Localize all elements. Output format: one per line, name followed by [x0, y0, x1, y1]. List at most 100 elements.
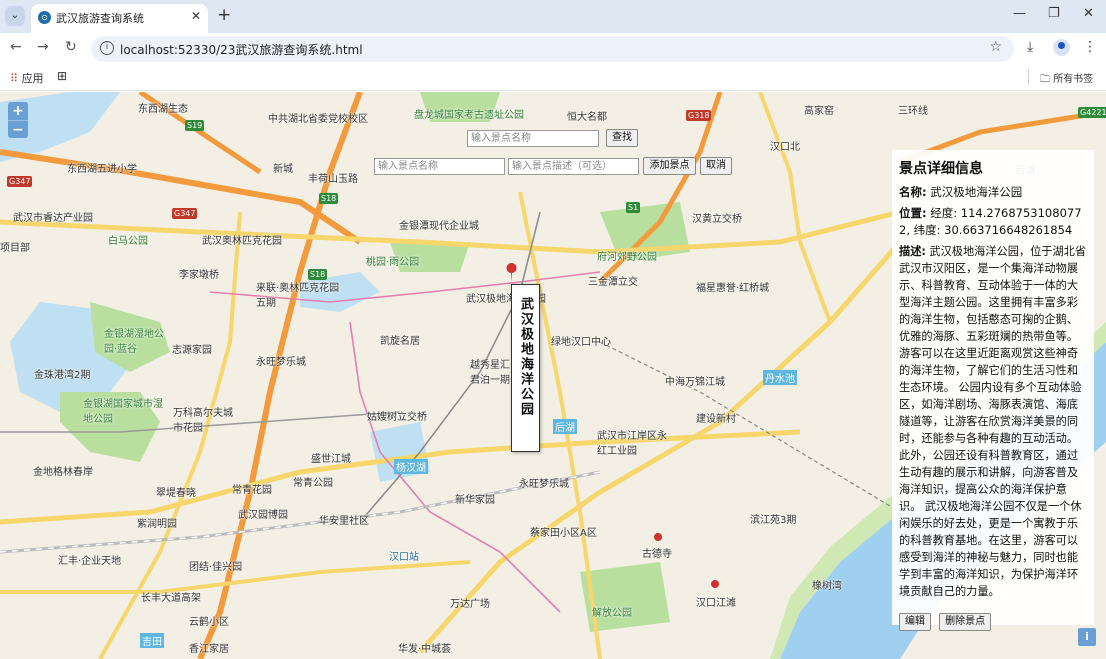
road-badge: G347: [172, 208, 198, 219]
map-label: 武汉市江岸区永红工业园: [597, 431, 667, 457]
map-label: 盘龙城国家考古遗址公园: [414, 110, 524, 121]
new-tab-button[interactable]: +: [217, 5, 231, 25]
name-key: 名称:: [899, 185, 927, 199]
map-label: 项目部: [0, 243, 30, 254]
favicon-icon: ⊙: [38, 11, 51, 24]
reload-icon[interactable]: ↻: [65, 39, 77, 55]
bookmark-star-icon[interactable]: ☆: [989, 39, 1002, 55]
marker-popup[interactable]: 武汉极地海洋公园: [511, 284, 540, 452]
map-label: 新华家园: [455, 495, 495, 506]
map-label: 蔡家田小区A区: [530, 528, 597, 539]
road-badge: S18: [308, 269, 328, 280]
map-label: 恒大名都: [567, 112, 607, 123]
back-icon[interactable]: ←: [10, 39, 22, 55]
map-label: 武汉园博园: [238, 510, 288, 521]
map-label: 汉口站: [389, 552, 419, 563]
map-label: 府河郊野公园: [597, 252, 657, 263]
map-label: 万科高尔夫城市花园: [173, 408, 233, 434]
map-label: 东西湖五进小学: [67, 164, 137, 175]
minimize-button[interactable]: —: [1013, 6, 1026, 21]
map-label: 金珠港湾2期: [34, 370, 91, 381]
tab-close-icon[interactable]: ✕: [191, 9, 201, 23]
close-window-button[interactable]: ✕: [1083, 6, 1094, 21]
road-badge: G318: [686, 110, 712, 121]
name-value: 武汉极地海洋公园: [930, 185, 1023, 199]
map-label: 姑嫂树立交桥: [367, 412, 427, 423]
map-label: 中共湖北省委党校校区: [268, 114, 368, 125]
road-badge: S1: [626, 202, 641, 213]
browser-toolbar: ← → ↻ i localhost:52330/23武汉旅游查询系统.html …: [0, 33, 1106, 64]
description-key: 描述:: [899, 245, 926, 258]
map-label: 李家墩桥: [179, 270, 219, 281]
map-label: 汇丰·企业天地: [58, 556, 122, 567]
road-badge: G4221: [1078, 107, 1106, 118]
bookmarks-divider: [1028, 70, 1029, 85]
tab-title: 武汉旅游查询系统: [56, 12, 144, 25]
map-label: 翠堤春晓: [156, 488, 196, 499]
zoom-control: + −: [8, 102, 28, 138]
all-bookmarks[interactable]: 🗀 所有书签: [1040, 70, 1093, 89]
map-label: 香江家居: [189, 644, 229, 655]
map-label: 杨汉湖: [394, 459, 428, 474]
map-label: 华安里社区: [319, 516, 369, 527]
popup-title: 武汉极地海洋公园: [518, 297, 533, 417]
apps-label: 应用: [21, 72, 44, 85]
map-info-button[interactable]: i: [1078, 628, 1096, 646]
add-description-input[interactable]: 输入景点描述（可选）: [508, 158, 639, 175]
menu-icon[interactable]: ⋮: [1083, 39, 1097, 55]
map-label: 后湖: [553, 419, 577, 434]
map-label: 新城: [273, 164, 293, 175]
map-label: 桃园·雨公园: [366, 257, 420, 268]
map-label: 云鹤小区: [189, 617, 229, 628]
location-row: 位置: 经度: 114.27687531080772, 纬度: 30.66371…: [899, 205, 1087, 239]
map-label: 武汉奥林匹克花园: [202, 236, 282, 247]
add-name-input[interactable]: 输入景点名称: [374, 158, 505, 175]
find-button[interactable]: 查找: [606, 129, 638, 147]
map-label: 橡树湾: [812, 581, 842, 592]
tab-strip: ⌄ ⊙ 武汉旅游查询系统 ✕ + — ❐ ✕: [0, 0, 1106, 33]
map-label: 三环线: [898, 106, 928, 117]
map-label: 汉口江滩: [696, 598, 736, 609]
map-label: 汉黄立交桥: [692, 214, 742, 225]
zoom-out-button[interactable]: −: [8, 120, 28, 138]
apps-shortcut[interactable]: ⠿ 应用: [10, 70, 44, 86]
description-row: 描述: 武汉极地海洋公园，位于湖北省武汉市汉阳区，是一个集海洋动物展示、科普教育…: [899, 243, 1087, 600]
address-bar[interactable]: i localhost:52330/23武汉旅游查询系统.html ☆: [91, 36, 1014, 62]
map-label: 永旺梦乐城: [256, 357, 306, 368]
search-name-input[interactable]: 输入景点名称: [467, 130, 599, 147]
map-label: 团结·佳兴园: [189, 562, 243, 573]
map-label: 中海万锦江城: [665, 377, 725, 388]
add-spot-button[interactable]: 添加景点: [643, 157, 696, 175]
panel-heading: 景点详细信息: [899, 161, 983, 177]
map-label: 来联·奥林匹克花园五期: [256, 283, 340, 309]
road-badge: S18: [319, 193, 339, 204]
map-label: 越秀星汇君泊一期: [470, 360, 510, 386]
map-label: 金银湖国家城市湿地公园: [83, 399, 163, 425]
url-text[interactable]: localhost:52330/23武汉旅游查询系统.html: [120, 41, 363, 58]
map-label: 绿地汉口中心: [551, 337, 611, 348]
forward-icon[interactable]: →: [37, 39, 49, 55]
map-label: 丰荷山玉路: [308, 174, 358, 185]
map-label: 高家窑: [804, 106, 834, 117]
zoom-in-button[interactable]: +: [8, 102, 28, 120]
site-info-icon[interactable]: i: [100, 41, 114, 55]
grid-icon[interactable]: ⊞: [57, 69, 67, 83]
panel-actions: 编辑 删除景点: [899, 609, 994, 631]
restore-button[interactable]: ❐: [1048, 6, 1060, 21]
edit-button[interactable]: 编辑: [899, 613, 931, 631]
road-badge: G347: [7, 176, 33, 187]
cancel-button[interactable]: 取消: [700, 157, 732, 175]
delete-spot-button[interactable]: 删除景点: [939, 613, 992, 631]
map-label: 盛世江城: [311, 454, 351, 465]
profile-avatar[interactable]: [1053, 39, 1070, 56]
detail-panel: 景点详细信息 名称: 武汉极地海洋公园 位置: 经度: 114.27687531…: [892, 150, 1094, 631]
map-label: 长丰大道高架: [141, 593, 201, 604]
map-label: 华发·中城荟: [398, 644, 452, 655]
map-view[interactable]: 中共湖北省委党校校区 盘龙城国家考古遗址公园 恒大名都 高家窑 东西湖生态 后湖…: [0, 92, 1106, 659]
name-row: 名称: 武汉极地海洋公园: [899, 184, 1087, 201]
map-label: 紫润明园: [137, 519, 177, 530]
tab-search-button[interactable]: ⌄: [5, 6, 25, 26]
location-value: 经度: 114.27687531080772, 纬度: 30.663716648…: [899, 206, 1082, 237]
browser-tab[interactable]: ⊙ 武汉旅游查询系统 ✕: [31, 4, 208, 33]
download-icon[interactable]: ⤓: [1027, 39, 1033, 55]
